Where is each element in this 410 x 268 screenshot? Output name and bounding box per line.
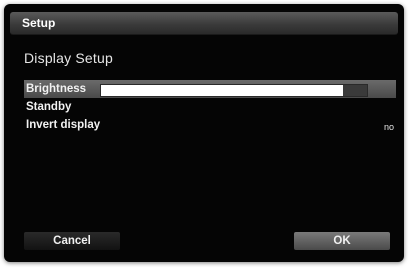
brightness-slider[interactable] — [100, 84, 368, 97]
setup-dialog: Setup Display Setup Brightness Standby I… — [4, 4, 404, 262]
brightness-slider-fill — [101, 85, 344, 96]
section-title: Display Setup — [24, 50, 113, 66]
settings-list: Brightness Standby Invert display no — [24, 80, 396, 134]
ok-button[interactable]: OK — [294, 232, 390, 250]
window-title: Setup — [22, 16, 56, 30]
setting-label: Brightness — [26, 83, 87, 95]
setting-value: no — [383, 122, 394, 132]
setting-label: Invert display — [26, 119, 101, 131]
setting-label: Standby — [26, 101, 72, 113]
title-bar: Setup — [10, 12, 398, 35]
setting-row-brightness[interactable]: Brightness — [24, 80, 396, 98]
setting-row-standby[interactable]: Standby — [24, 98, 396, 116]
setting-row-invert-display[interactable]: Invert display no — [24, 116, 396, 134]
cancel-button[interactable]: Cancel — [24, 232, 120, 250]
